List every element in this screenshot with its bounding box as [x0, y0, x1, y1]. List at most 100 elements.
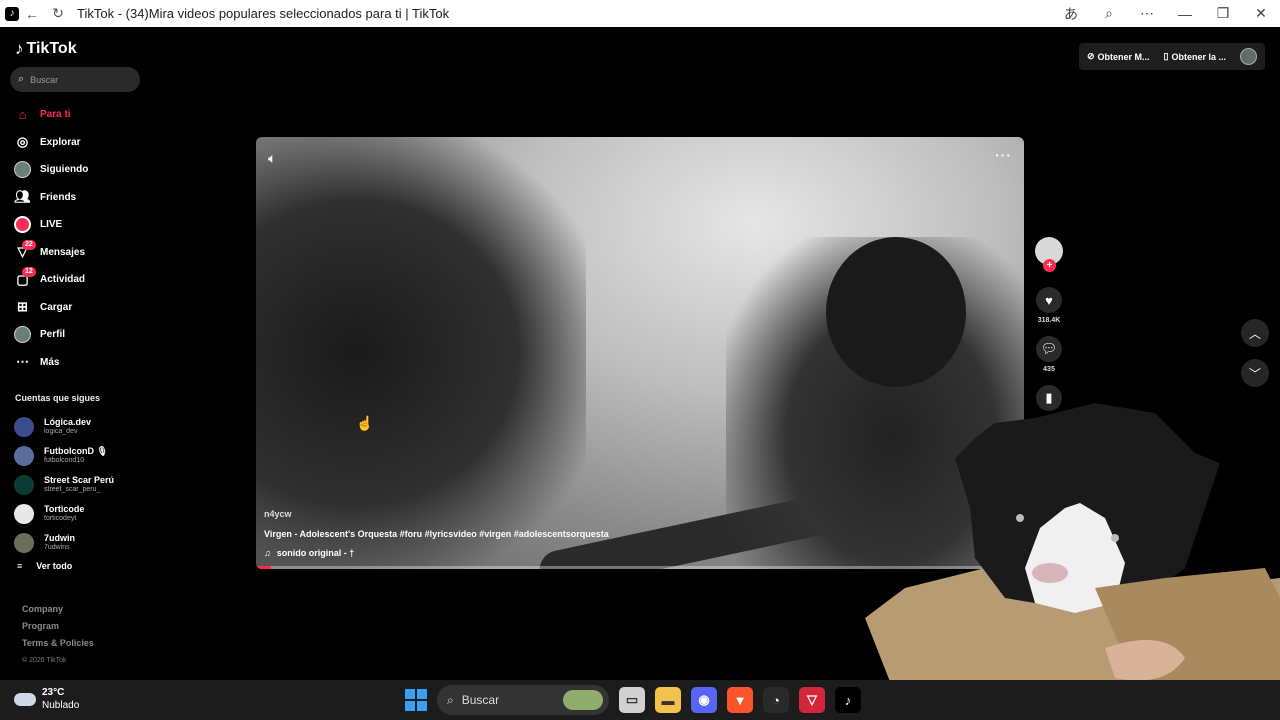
see-all-link[interactable]: ≡ Ver todo [17, 561, 72, 571]
tiktok-favicon-icon: ♪ [5, 6, 19, 21]
friends-icon: 👥︎ [14, 189, 31, 205]
cloud-icon [14, 692, 36, 706]
following-title: Cuentas que sigues [15, 393, 101, 403]
brave-icon[interactable]: ▼ [727, 687, 753, 713]
task-view-icon[interactable]: ▭ [619, 687, 645, 713]
video-figure-left [256, 137, 586, 569]
account-name: Lógica.dev [44, 416, 92, 427]
get-coins-button[interactable]: ⊘ Obtener M... [1087, 51, 1150, 62]
video-figure-head [826, 237, 966, 387]
discord-icon[interactable]: ◉ [691, 687, 717, 713]
like-button[interactable]: ♥ [1036, 287, 1062, 313]
comment-count: 435 [1043, 366, 1055, 373]
refresh-icon[interactable]: ↻ [45, 0, 71, 27]
cat-overlay-image [865, 403, 1280, 720]
account-handle: futbolcond10 [44, 456, 85, 464]
music-note-icon: ♫ [264, 548, 271, 558]
following-account[interactable]: Torticode torticodeyt [14, 499, 144, 528]
video-description[interactable]: Virgen - Adolescent's Orquesta #foru #ly… [264, 529, 609, 539]
account-avatar [14, 532, 34, 553]
like-count: 318.4K [1037, 317, 1061, 324]
get-coins-label: Obtener M... [1097, 51, 1150, 62]
logo-text: TikTok [26, 40, 77, 57]
user-avatar[interactable] [1240, 48, 1257, 65]
volume-icon[interactable]: 🔈︎ [268, 150, 276, 167]
nav-item-cargar[interactable]: ⊞ Cargar [14, 294, 144, 322]
video-author[interactable]: n4ycw [264, 509, 292, 519]
next-video-button[interactable]: ﹀ [1241, 359, 1269, 387]
comment-button[interactable]: 💬︎ [1036, 336, 1062, 362]
windows-taskbar: 23°C Nublado ⌕ Buscar ▭ ▬ ◉ ▼ ◔ ▽ ♪ [0, 680, 1280, 720]
notification-badge: 22 [22, 239, 36, 250]
windows-start-icon[interactable] [405, 689, 427, 711]
account-handle: logica_dev [44, 427, 78, 435]
nav-label: Explorar [40, 136, 81, 148]
weather-condition: Nublado [42, 700, 80, 711]
chevron-up-icon: ︿ [1248, 326, 1261, 341]
main-nav: ⌂ Para ti ◎ Explorar Siguiendo 👥︎ Friends LIVE ▽… [14, 101, 144, 376]
sidebar: ♪ TikTok ⌕ Buscar ⌂ Para ti ◎ Explorar Sigui… [0, 27, 150, 680]
nav-item-actividad[interactable]: ▢ 12 Actividad [14, 266, 144, 294]
following-account[interactable]: Lógica.dev logica_dev [14, 412, 144, 441]
messages-icon: ▽ 22 [14, 239, 36, 261]
account-name: Street Scar Perú [44, 474, 115, 485]
minimize-button[interactable]: — [1166, 0, 1204, 27]
notification-badge: 12 [22, 267, 36, 278]
file-explorer-icon[interactable]: ▬ [655, 687, 681, 713]
nav-item-explorar[interactable]: ◎ Explorar [14, 129, 144, 157]
weather-temp: 23°C [42, 687, 65, 698]
footer-company[interactable]: Company [22, 601, 94, 618]
restore-button[interactable]: ❐ [1204, 0, 1242, 27]
search-placeholder: Buscar [30, 74, 59, 85]
footer-links: Company Program Terms & Policies © 2026 … [22, 601, 94, 669]
footer-terms[interactable]: Terms & Policies [22, 635, 94, 652]
nav-item-perfil[interactable]: Perfil [14, 321, 144, 349]
close-button[interactable]: ✕ [1242, 0, 1280, 27]
taskbar-search[interactable]: ⌕ Buscar [437, 685, 609, 715]
tiktok-logo[interactable]: ♪ TikTok [15, 39, 77, 59]
nav-item-live[interactable]: LIVE [14, 211, 144, 239]
vpn-icon[interactable]: ▽ [799, 687, 825, 713]
top-right-actions: ⊘ Obtener M... ▯ Obtener la ... [1078, 43, 1265, 70]
search-input[interactable]: ⌕ Buscar [10, 67, 140, 92]
profile-avatar-icon [14, 326, 31, 344]
live-icon [14, 216, 31, 234]
tiktok-icon[interactable]: ♪ [835, 687, 861, 713]
translate-icon[interactable]: あ [1052, 0, 1090, 27]
comment-icon: 💬︎ [1040, 341, 1058, 356]
account-name: 7udwin [44, 532, 75, 543]
creator-avatar[interactable]: + [1035, 237, 1063, 272]
following-account[interactable]: Street Scar Perú street_scar_peru_ [14, 470, 144, 499]
nav-item-mensajes[interactable]: ▽ 22 Mensajes [14, 239, 144, 267]
upload-icon: ⊞ [17, 299, 28, 315]
copyright: © 2026 TikTok [22, 657, 67, 664]
nav-label: Perfil [40, 329, 66, 341]
nav-label: Siguiendo [40, 164, 89, 176]
coin-icon: ⊘ [1086, 51, 1095, 61]
zoom-icon[interactable]: ⌕ [1090, 0, 1128, 27]
nav-item-friends[interactable]: 👥︎ Friends [14, 184, 144, 212]
nav-item-siguiendo[interactable]: Siguiendo [14, 156, 144, 184]
browser-titlebar: ♪ ← ↻ TikTok - (34)Mira videos populares… [0, 0, 1280, 27]
nav-label: Cargar [40, 301, 73, 313]
follow-plus-icon[interactable]: + [1043, 259, 1056, 272]
video-music[interactable]: ♫ sonido original - † [264, 548, 354, 558]
nav-label: Friends [40, 191, 77, 203]
weather-widget[interactable]: 23°C Nublado [14, 686, 79, 712]
footer-program[interactable]: Program [22, 618, 94, 635]
account-avatar [14, 474, 34, 495]
previous-video-button[interactable]: ︿ [1241, 319, 1269, 347]
nav-item-más[interactable]: ⋯ Más [14, 349, 144, 377]
menu-dots-icon[interactable]: ⋯ [1128, 0, 1166, 27]
search-highlight-image [563, 690, 603, 710]
app-icon[interactable]: ◔ [763, 687, 789, 713]
get-app-button[interactable]: ▯ Obtener la ... [1164, 51, 1226, 62]
nav-label: Mensajes [40, 246, 86, 258]
following-account[interactable]: FutbolconD 🎙 futbolcond10 [14, 441, 144, 470]
nav-item-para-ti[interactable]: ⌂ Para ti [14, 101, 144, 129]
more-options-icon[interactable]: ··· [995, 147, 1012, 163]
taskbar-search-label: Buscar [461, 693, 500, 707]
heart-icon: ♥ [1045, 292, 1053, 308]
back-icon[interactable]: ← [19, 0, 45, 27]
following-account[interactable]: 7udwin 7udwins [14, 528, 144, 557]
